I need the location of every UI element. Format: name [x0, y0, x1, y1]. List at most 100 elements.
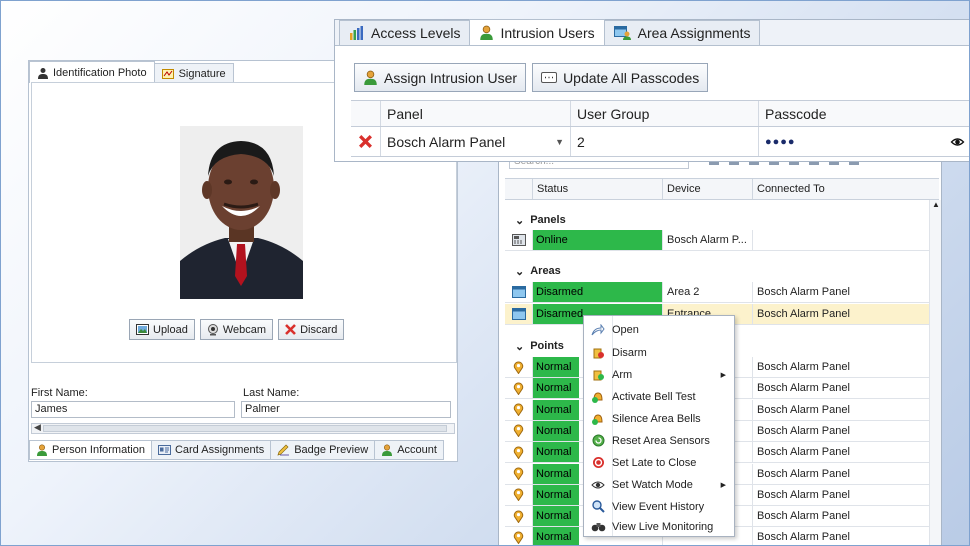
menu-item-label: Set Watch Mode	[612, 478, 693, 491]
last-name-label: Last Name:	[243, 387, 300, 399]
column-delete	[351, 101, 381, 126]
tab-area-assignments[interactable]: Area Assignments	[603, 20, 761, 45]
column-status[interactable]: Status	[533, 179, 663, 199]
magnifier-icon	[591, 500, 605, 513]
person-icon	[364, 70, 377, 85]
tab-label: Account	[397, 444, 437, 456]
menu-item-view-event-history[interactable]: View Event History	[584, 496, 734, 517]
group-panels[interactable]: ⌄ Panels	[505, 210, 566, 230]
group-areas[interactable]: ⌄ Areas	[505, 261, 561, 281]
status-grid-header: Status Device Connected To	[505, 178, 939, 200]
red-x-icon	[359, 135, 372, 148]
person-icon	[37, 444, 47, 456]
group-points[interactable]: ⌄ Points	[505, 336, 564, 356]
menu-item-view-live-monitoring[interactable]: View Live Monitoring	[584, 516, 734, 537]
discard-button[interactable]: Discard	[278, 319, 345, 340]
column-icon	[505, 179, 533, 199]
alarm-panel-icon	[511, 234, 526, 246]
group-label: Areas	[530, 265, 561, 277]
update-all-passcodes-button[interactable]: Update All Passcodes	[532, 63, 709, 92]
status-cell: Normal	[533, 527, 579, 545]
column-user-group[interactable]: User Group	[571, 101, 759, 126]
connected-cell: Bosch Alarm Panel	[757, 403, 850, 416]
menu-item-silence-area-bells[interactable]: Silence Area Bells	[584, 408, 734, 429]
vertical-scrollbar[interactable]: ▲	[929, 200, 941, 545]
connected-cell: Bosch Alarm Panel	[757, 308, 850, 320]
menu-item-activate-bell-test[interactable]: Activate Bell Test	[584, 386, 734, 407]
status-cell: Normal	[533, 357, 579, 377]
scroll-left-icon[interactable]: ◀	[34, 422, 41, 433]
tab-label: Person Information	[52, 444, 145, 456]
menu-item-arm[interactable]: Arm ▶	[584, 364, 734, 385]
passcode-field[interactable]: ●●●●	[759, 127, 970, 156]
intrusion-users-panel: Access Levels Intrusion Users Area Assig…	[334, 19, 970, 162]
scrollbar-thumb[interactable]	[43, 425, 447, 432]
group-label: Points	[530, 340, 564, 352]
column-connected-to[interactable]: Connected To	[753, 179, 939, 199]
discard-label: Discard	[300, 323, 338, 336]
chevron-down-icon[interactable]: ⌄	[515, 214, 524, 227]
status-cell: Normal	[533, 506, 579, 527]
dropdown-arrow-icon[interactable]: ▼	[555, 137, 564, 147]
map-pin-icon	[513, 424, 524, 438]
open-arrow-icon	[591, 323, 605, 335]
account-icon	[382, 444, 393, 456]
menu-item-reset-area-sensors[interactable]: Reset Area Sensors	[584, 430, 734, 451]
map-pin-icon	[513, 446, 524, 459]
disarm-icon	[593, 348, 604, 359]
menu-item-disarm[interactable]: Disarm	[584, 342, 734, 363]
webcam-icon	[207, 323, 218, 335]
submenu-arrow-icon: ▶	[720, 371, 726, 379]
signature-icon	[161, 68, 174, 79]
map-pin-icon	[513, 467, 524, 480]
tab-label: Area Assignments	[637, 25, 751, 41]
device-cell: Bosch Alarm P...	[663, 230, 753, 250]
connected-cell: Bosch Alarm Panel	[757, 361, 850, 373]
keypad-icon	[541, 72, 558, 83]
chevron-down-icon[interactable]: ⌄	[515, 265, 524, 278]
tab-label: Identification Photo	[53, 66, 147, 79]
menu-item-label: Arm	[612, 368, 633, 381]
submenu-arrow-icon: ▶	[720, 481, 726, 489]
horizontal-scrollbar[interactable]: ◀	[31, 422, 455, 434]
scroll-up-icon[interactable]: ▲	[932, 200, 940, 209]
button-label: Assign Intrusion User	[384, 69, 518, 86]
arm-icon	[593, 370, 604, 381]
menu-item-label: Disarm	[612, 346, 647, 359]
assign-intrusion-user-button[interactable]: Assign Intrusion User	[354, 63, 527, 92]
menu-item-open[interactable]: Open	[584, 319, 734, 340]
tab-account[interactable]: Account	[374, 440, 444, 460]
connected-cell: Bosch Alarm Panel	[757, 531, 850, 544]
menu-item-label: Activate Bell Test	[612, 390, 696, 403]
tab-badge-preview[interactable]: Badge Preview	[270, 440, 376, 460]
chevron-down-icon[interactable]: ⌄	[515, 340, 524, 353]
photo-tabs: Identification Photo Signature	[29, 61, 234, 83]
webcam-button[interactable]: Webcam	[199, 319, 274, 340]
column-panel[interactable]: Panel	[381, 101, 571, 126]
person-icon	[480, 25, 494, 40]
tab-identification-photo[interactable]: Identification Photo	[29, 61, 155, 83]
user-group-field[interactable]: 2	[571, 127, 759, 156]
column-passcode[interactable]: Passcode	[759, 101, 970, 126]
table-row[interactable]: Online Bosch Alarm P...	[505, 230, 931, 251]
panel-select[interactable]: Bosch Alarm Panel ▼	[381, 127, 571, 156]
last-name-field[interactable]: Palmer	[241, 401, 451, 418]
context-menu: Open Disarm Arm ▶ Activate Bell Test Sile…	[583, 315, 735, 537]
upload-button[interactable]: Upload	[129, 319, 195, 340]
menu-item-set-watch-mode[interactable]: Set Watch Mode ▶	[584, 474, 734, 495]
table-row[interactable]: Disarmed Area 2 Bosch Alarm Panel	[505, 282, 931, 303]
tab-intrusion-users[interactable]: Intrusion Users	[469, 19, 605, 45]
tab-card-assignments[interactable]: Card Assignments	[150, 440, 272, 460]
menu-item-set-late-to-close[interactable]: Set Late to Close	[584, 452, 734, 473]
tab-access-levels[interactable]: Access Levels	[339, 20, 471, 45]
column-device[interactable]: Device	[663, 179, 753, 199]
table-row[interactable]: Bosch Alarm Panel ▼ 2 ●●●●	[351, 127, 970, 157]
tab-signature[interactable]: Signature	[153, 63, 234, 83]
eye-icon[interactable]	[950, 137, 965, 147]
status-cell: Disarmed	[533, 282, 662, 302]
first-name-field[interactable]: James	[31, 401, 235, 418]
map-pin-icon	[513, 382, 524, 395]
tab-person-information[interactable]: Person Information	[29, 440, 152, 460]
delete-row-button[interactable]	[351, 127, 381, 156]
connected-cell: Bosch Alarm Panel	[757, 424, 850, 437]
